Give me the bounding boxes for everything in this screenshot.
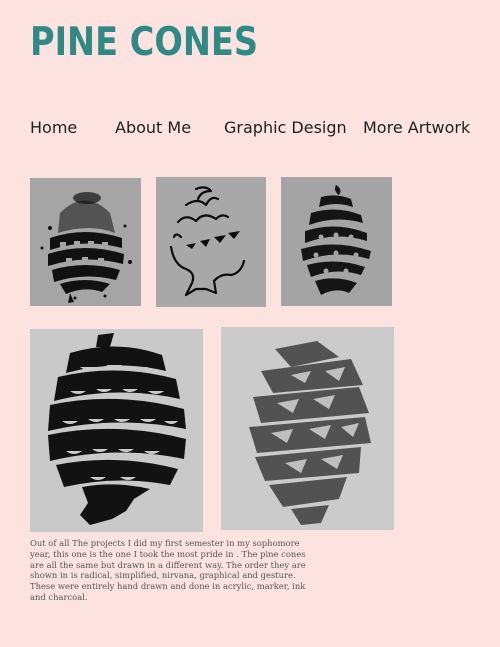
simplified-pinecone-drawing (156, 177, 266, 307)
gesture-pinecone-drawing (221, 327, 394, 530)
artwork-gesture-image[interactable] (221, 327, 394, 530)
page-title: PINE CONES (30, 20, 258, 65)
nirvana-pinecone-drawing (281, 177, 392, 306)
artwork-graphical-image[interactable] (30, 329, 203, 532)
project-description: Out of all The projects I did my first s… (30, 538, 306, 602)
nav-more-artwork[interactable]: More Artwork (363, 117, 470, 139)
nav-about-me[interactable]: About Me (115, 117, 191, 139)
artwork-radical-image[interactable] (30, 178, 141, 306)
radical-pinecone-drawing (30, 178, 141, 306)
graphical-pinecone-drawing (30, 329, 203, 532)
artwork-nirvana-image[interactable] (281, 177, 392, 306)
nav-home[interactable]: Home (30, 117, 77, 139)
nav-graphic-design[interactable]: Graphic Design (224, 117, 347, 139)
artwork-simplified-image[interactable] (156, 177, 266, 307)
main-nav: Home About Me Graphic Design More Artwor… (0, 117, 500, 141)
